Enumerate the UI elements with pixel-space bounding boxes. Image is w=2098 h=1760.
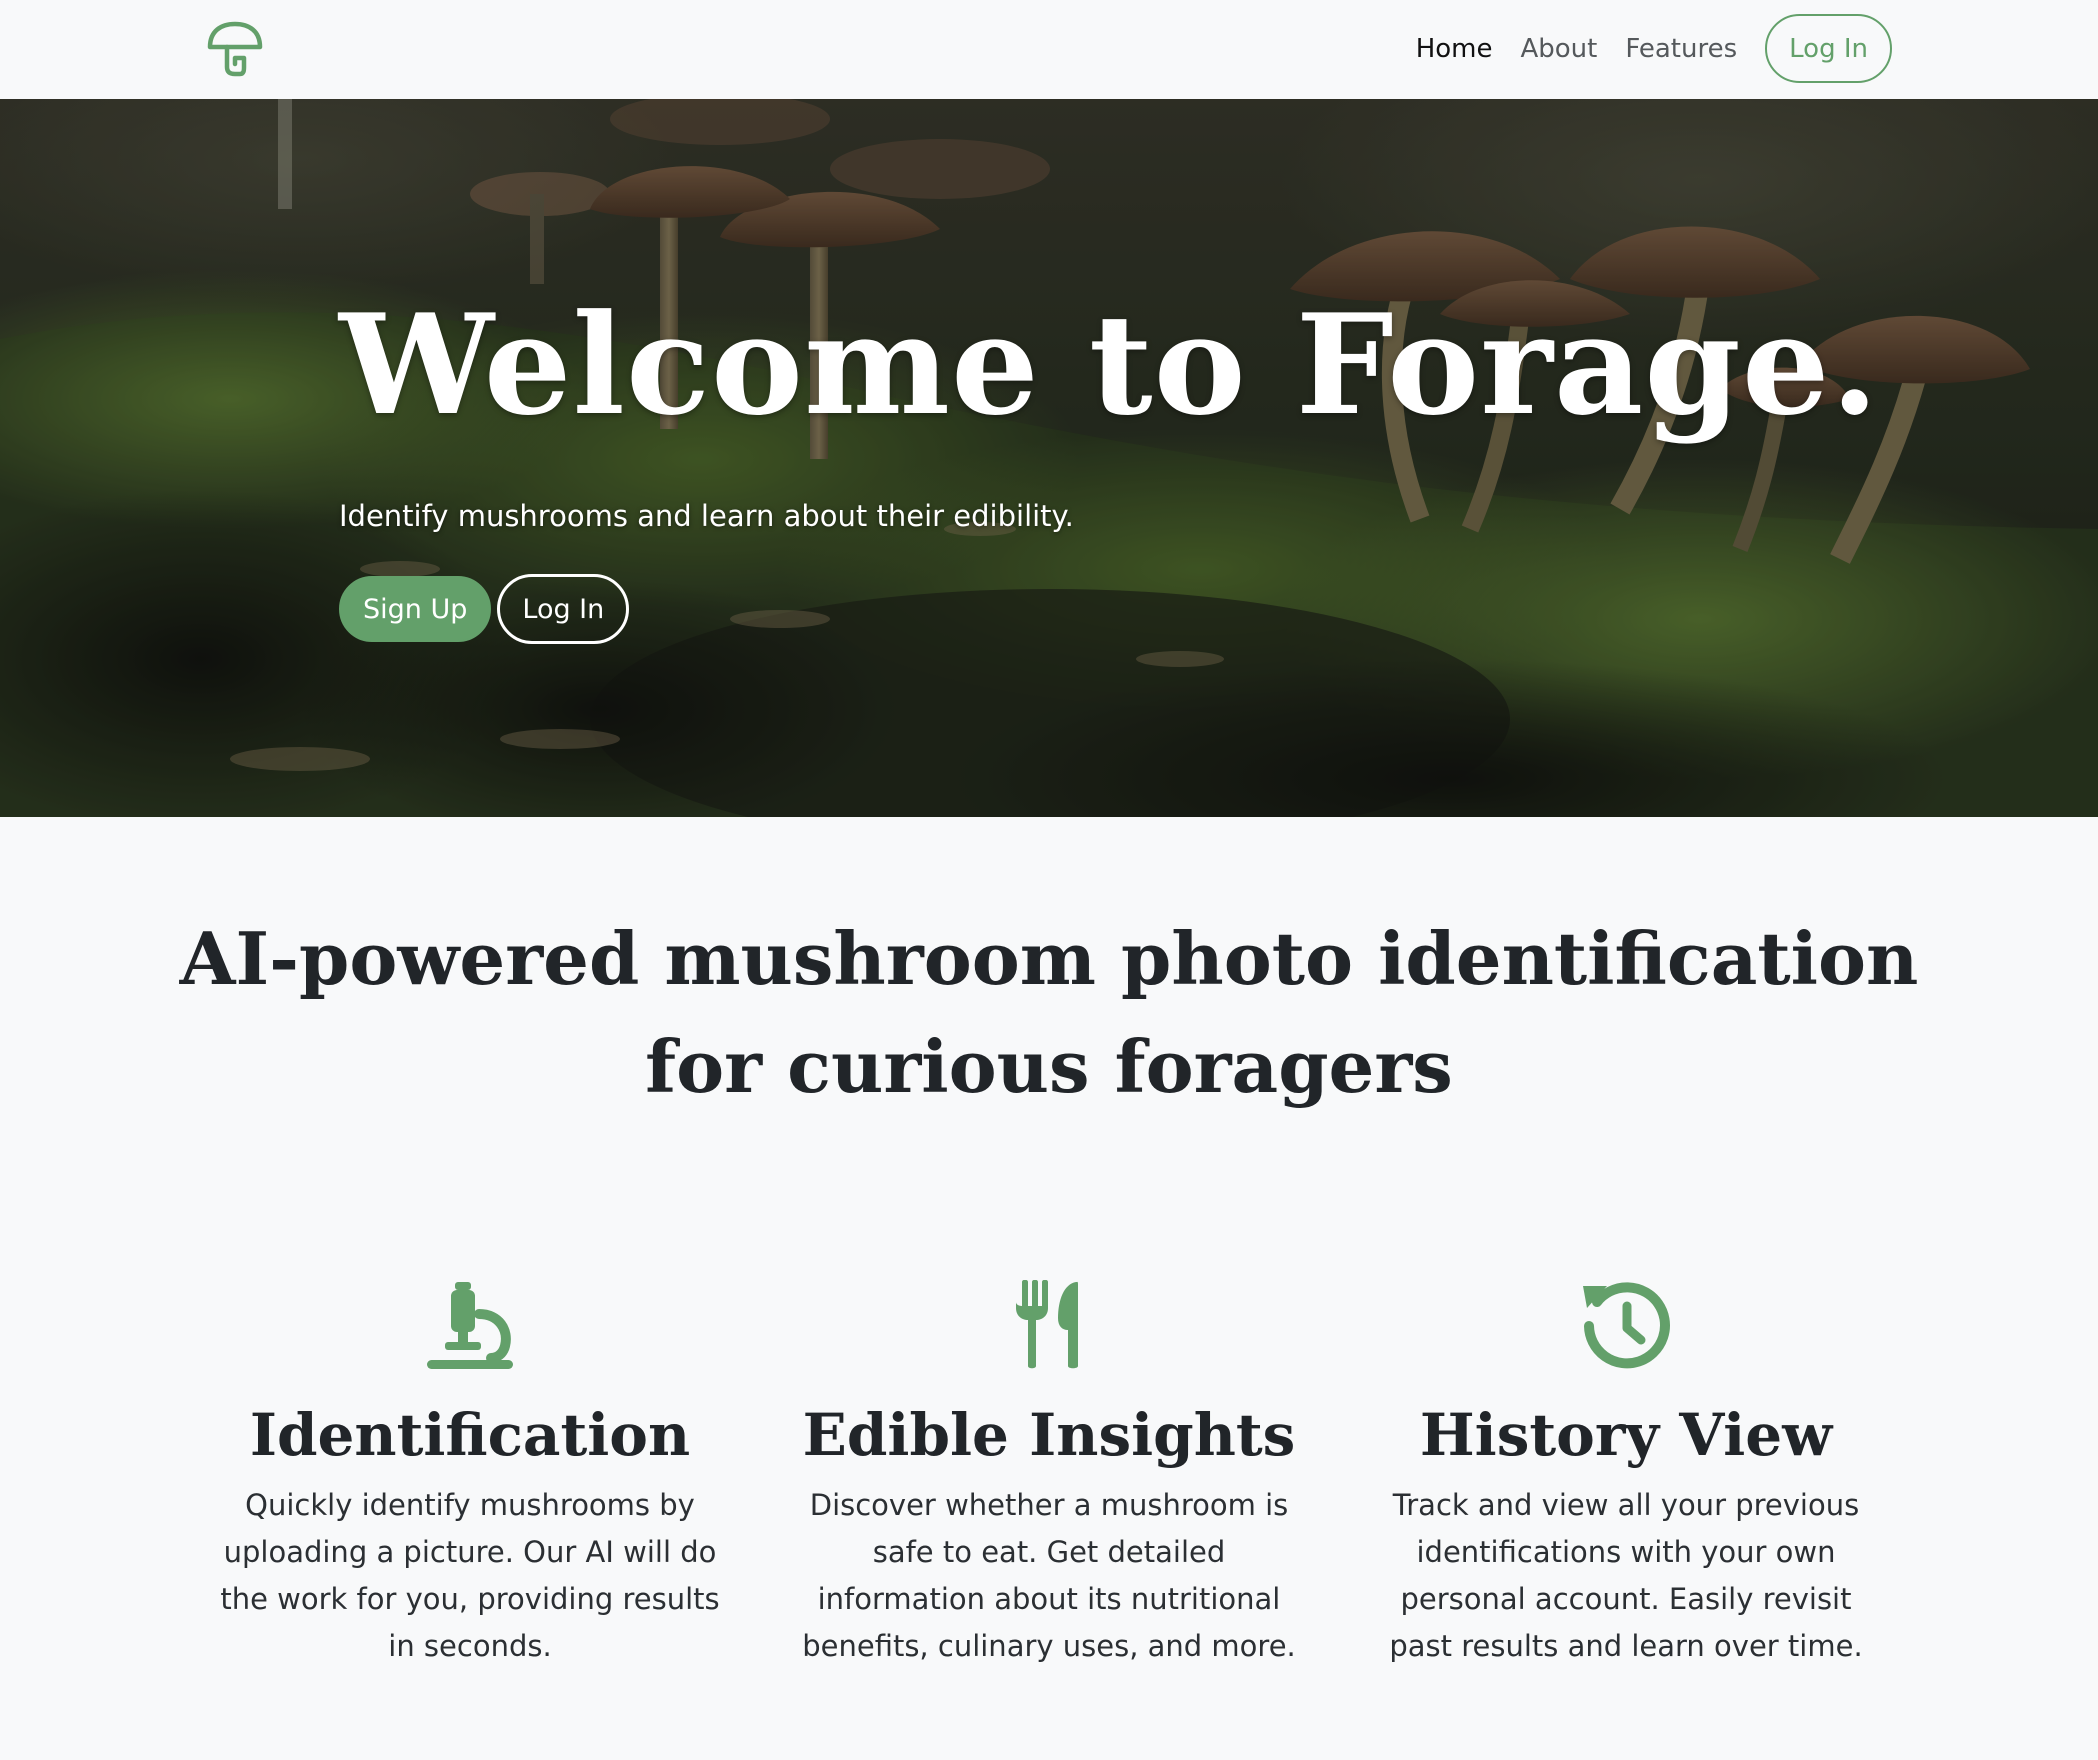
nav-links: Home About Features Log In	[1416, 12, 1892, 85]
nav-link-home[interactable]: Home	[1416, 34, 1493, 64]
feature-edible-insights: Edible Insights Discover whether a mushr…	[779, 1280, 1319, 1670]
section-title: AI-powered mushroom photo identification…	[179, 916, 1919, 1109]
history-icon	[1583, 1282, 1670, 1369]
nav-link-about[interactable]: About	[1520, 34, 1597, 64]
feature-text: Discover whether a mushroom is safe to e…	[802, 1488, 1296, 1663]
mushroom-icon[interactable]	[206, 20, 264, 78]
hero-login-button[interactable]: Log In	[497, 574, 630, 644]
feature-identification: Identification Quickly identify mushroom…	[200, 1280, 740, 1670]
utensils-icon	[1016, 1280, 1078, 1369]
microscope-icon	[427, 1282, 513, 1369]
hero-overlay	[0, 99, 2098, 817]
features: Identification Quickly identify mushroom…	[200, 1280, 1898, 1700]
hero-subtitle: Identify mushrooms and learn about their…	[339, 499, 1074, 533]
hero-buttons: Sign Up Log In	[339, 574, 630, 644]
nav-link-features[interactable]: Features	[1625, 34, 1737, 64]
nav-login-button[interactable]: Log In	[1765, 14, 1892, 83]
feature-title: Identification	[249, 1401, 691, 1469]
hero-title: Welcome to Forage.	[339, 283, 1880, 446]
signup-button[interactable]: Sign Up	[339, 576, 492, 642]
feature-history-view: History View Track and view all your pre…	[1356, 1280, 1896, 1670]
hero: Welcome to Forage. Identify mushrooms an…	[0, 99, 2098, 817]
feature-text: Track and view all your previous identif…	[1389, 1488, 1863, 1663]
feature-title: Edible Insights	[802, 1401, 1296, 1469]
feature-text: Quickly identify mushrooms by uploading …	[220, 1488, 720, 1663]
navbar: Home About Features Log In	[0, 0, 2098, 99]
feature-title: History View	[1419, 1401, 1833, 1469]
